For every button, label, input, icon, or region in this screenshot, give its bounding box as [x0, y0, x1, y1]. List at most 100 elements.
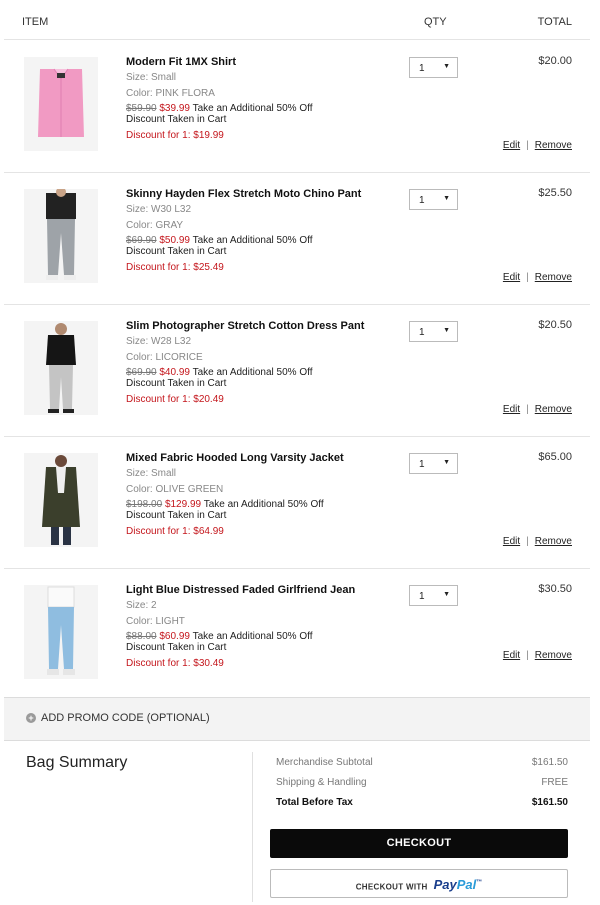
sale-price: $39.99 — [159, 103, 190, 114]
product-color: Color: PINK FLORA — [126, 88, 215, 99]
discount-amount: Discount for 1: $30.49 — [126, 658, 224, 669]
discount-note: Discount Taken in Cart — [126, 642, 227, 653]
item-actions: Edit | Remove — [503, 650, 572, 661]
remove-link[interactable]: Remove — [535, 536, 572, 547]
offer-text: Take an Additional 50% Off — [192, 367, 313, 378]
summary-value: $161.50 — [531, 757, 568, 768]
product-image[interactable] — [24, 57, 98, 151]
original-price: $69.90 — [126, 367, 157, 378]
quantity-value: 1 — [419, 591, 425, 602]
price-line: $69.90 $40.99 Take an Additional 50% Off… — [126, 367, 312, 389]
product-title[interactable]: Light Blue Distressed Faded Girlfriend J… — [126, 584, 355, 596]
edit-link[interactable]: Edit — [503, 404, 520, 415]
offer-text: Take an Additional 50% Off — [192, 631, 313, 642]
discount-note: Discount Taken in Cart — [126, 114, 227, 125]
quantity-value: 1 — [419, 459, 425, 470]
product-color: Color: LIGHT — [126, 616, 185, 627]
action-separator: | — [526, 536, 529, 547]
line-total: $20.00 — [538, 55, 572, 67]
action-separator: | — [526, 404, 529, 415]
original-price: $88.00 — [126, 631, 157, 642]
quantity-select[interactable]: 1 ▼ — [409, 57, 458, 78]
promo-label: ADD PROMO CODE (OPTIONAL) — [41, 712, 210, 724]
sale-price: $50.99 — [159, 235, 190, 246]
item-actions: Edit | Remove — [503, 536, 572, 547]
product-image[interactable] — [24, 453, 98, 547]
sale-price: $129.99 — [164, 499, 202, 510]
summary-value: $161.50 — [531, 797, 568, 808]
quantity-select[interactable]: 1 ▼ — [409, 585, 458, 606]
price-line: $69.90 $50.99 Take an Additional 50% Off… — [126, 235, 312, 257]
line-total: $65.00 — [538, 451, 572, 463]
edit-link[interactable]: Edit — [503, 140, 520, 151]
paypal-brand-pay: Pay — [433, 877, 457, 893]
cart-item: Mixed Fabric Hooded Long Varsity Jacket … — [4, 436, 590, 569]
product-size: Size: Small — [126, 72, 177, 83]
discount-amount: Discount for 1: $64.99 — [126, 526, 224, 537]
caret-down-icon: ▼ — [443, 459, 450, 466]
product-size: Size: W30 L32 — [126, 204, 192, 215]
product-color: Color: OLIVE GREEN — [126, 484, 224, 495]
summary-row-total: Total Before Tax $161.50 — [276, 797, 568, 808]
quantity-select[interactable]: 1 ▼ — [409, 453, 458, 474]
product-image[interactable] — [24, 189, 98, 283]
item-actions: Edit | Remove — [503, 140, 572, 151]
offer-text: Take an Additional 50% Off — [203, 499, 324, 510]
paypal-trademark: ™ — [476, 880, 483, 886]
sale-price: $60.99 — [159, 631, 190, 642]
edit-link[interactable]: Edit — [503, 272, 520, 283]
discount-note: Discount Taken in Cart — [126, 246, 227, 257]
discount-amount: Discount for 1: $20.49 — [126, 394, 224, 405]
action-separator: | — [526, 272, 529, 283]
paypal-logo-icon: PayPal™ — [434, 877, 483, 892]
cart-item: Modern Fit 1MX Shirt Size: Small Color: … — [4, 40, 590, 173]
product-color: Color: GRAY — [126, 220, 184, 231]
offer-text: Take an Additional 50% Off — [192, 235, 313, 246]
price-line: $88.00 $60.99 Take an Additional 50% Off… — [126, 631, 312, 653]
caret-down-icon: ▼ — [443, 327, 450, 334]
caret-down-icon: ▼ — [443, 63, 450, 70]
discount-note: Discount Taken in Cart — [126, 378, 227, 389]
cart-header: ITEM QTY TOTAL — [0, 0, 600, 40]
product-title[interactable]: Slim Photographer Stretch Cotton Dress P… — [126, 320, 364, 332]
quantity-value: 1 — [419, 327, 425, 338]
price-line: $59.90 $39.99 Take an Additional 50% Off… — [126, 103, 312, 125]
action-separator: | — [526, 140, 529, 151]
paypal-brand-pal: Pal — [456, 877, 477, 893]
checkout-button[interactable]: CHECKOUT — [270, 829, 568, 858]
discount-amount: Discount for 1: $19.99 — [126, 130, 224, 141]
product-title[interactable]: Skinny Hayden Flex Stretch Moto Chino Pa… — [126, 188, 361, 200]
header-item: ITEM — [22, 16, 49, 28]
header-total: TOTAL — [537, 16, 572, 28]
quantity-value: 1 — [419, 63, 425, 74]
product-image[interactable] — [24, 585, 98, 679]
line-total: $25.50 — [538, 187, 572, 199]
paypal-prefix: CHECKOUT WITH — [355, 882, 428, 892]
product-title[interactable]: Modern Fit 1MX Shirt — [126, 56, 236, 68]
cart-item: Light Blue Distressed Faded Girlfriend J… — [4, 568, 590, 700]
summary-title: Bag Summary — [26, 754, 128, 771]
product-size: Size: W28 L32 — [126, 336, 192, 347]
edit-link[interactable]: Edit — [503, 650, 520, 661]
original-price: $59.90 — [126, 103, 157, 114]
sale-price: $40.99 — [159, 367, 190, 378]
plus-circle-icon: + — [26, 713, 36, 723]
remove-link[interactable]: Remove — [535, 140, 572, 151]
remove-link[interactable]: Remove — [535, 272, 572, 283]
paypal-checkout-button[interactable]: CHECKOUT WITH PayPal™ — [270, 869, 568, 898]
remove-link[interactable]: Remove — [535, 404, 572, 415]
quantity-select[interactable]: 1 ▼ — [409, 189, 458, 210]
quantity-value: 1 — [419, 195, 425, 206]
product-image[interactable] — [24, 321, 98, 415]
line-total: $30.50 — [538, 583, 572, 595]
promo-code-toggle[interactable]: + ADD PROMO CODE (OPTIONAL) — [4, 697, 590, 741]
quantity-select[interactable]: 1 ▼ — [409, 321, 458, 342]
product-title[interactable]: Mixed Fabric Hooded Long Varsity Jacket — [126, 452, 344, 464]
summary-value: FREE — [541, 777, 568, 788]
remove-link[interactable]: Remove — [535, 650, 572, 661]
header-qty: QTY — [424, 16, 447, 28]
summary-label: Shipping & Handling — [276, 777, 367, 788]
edit-link[interactable]: Edit — [503, 536, 520, 547]
price-line: $198.00 $129.99 Take an Additional 50% O… — [126, 499, 324, 521]
summary-label: Total Before Tax — [276, 797, 353, 808]
